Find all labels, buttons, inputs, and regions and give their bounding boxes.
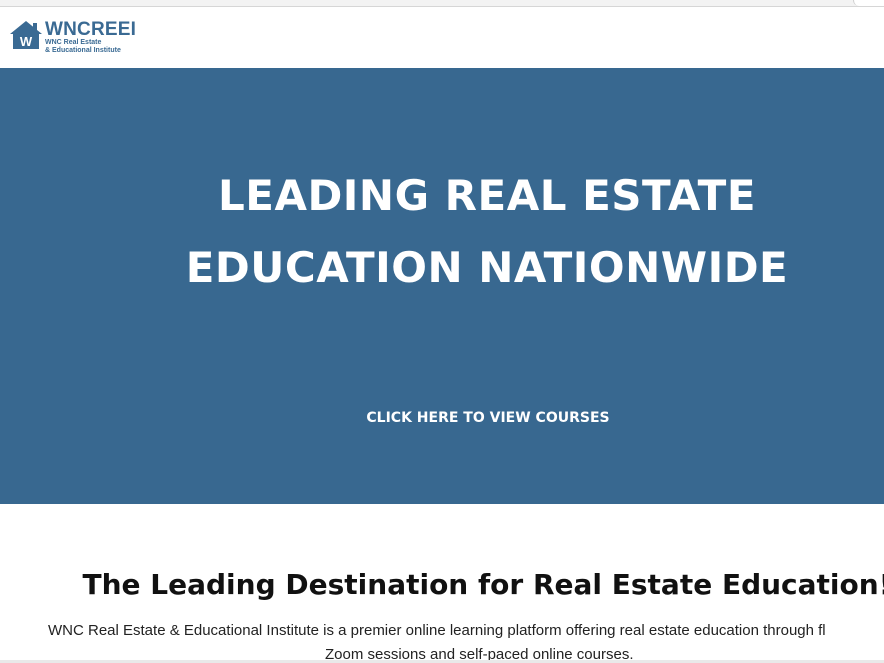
intro-heading: The Leading Destination for Real Estate … <box>82 568 884 601</box>
intro-text-line1: WNC Real Estate & Educational Institute … <box>48 622 826 639</box>
logo-subtitle-line2: & Educational Institute <box>45 47 121 54</box>
site-header: W WNCREEI WNC Real Estate & Educational … <box>0 7 884 68</box>
hero-banner: LEADING REAL ESTATE EDUCATION NATIONWIDE… <box>0 68 884 504</box>
house-icon: W <box>10 21 42 49</box>
intro-text: WNC Real Estate & Educational Institute … <box>48 619 884 663</box>
browser-tab-edge <box>853 0 884 6</box>
hero-title: LEADING REAL ESTATE EDUCATION NATIONWIDE <box>90 160 884 304</box>
browser-chrome-strip <box>0 0 884 7</box>
view-courses-link[interactable]: CLICK HERE TO VIEW COURSES <box>360 408 616 428</box>
page: W WNCREEI WNC Real Estate & Educational … <box>0 0 884 663</box>
logo-text: WNCREEI WNC Real Estate & Educational In… <box>45 20 136 55</box>
site-logo[interactable]: W WNCREEI WNC Real Estate & Educational … <box>9 20 136 55</box>
logo-name: WNCREEI <box>45 19 137 40</box>
hero-title-line2: EDUCATION NATIONWIDE <box>185 243 789 292</box>
logo-subtitle-line1: WNC Real Estate <box>45 39 102 46</box>
logo-mark-letter: W <box>20 34 33 49</box>
hero-title-line1: LEADING REAL ESTATE <box>217 171 757 220</box>
